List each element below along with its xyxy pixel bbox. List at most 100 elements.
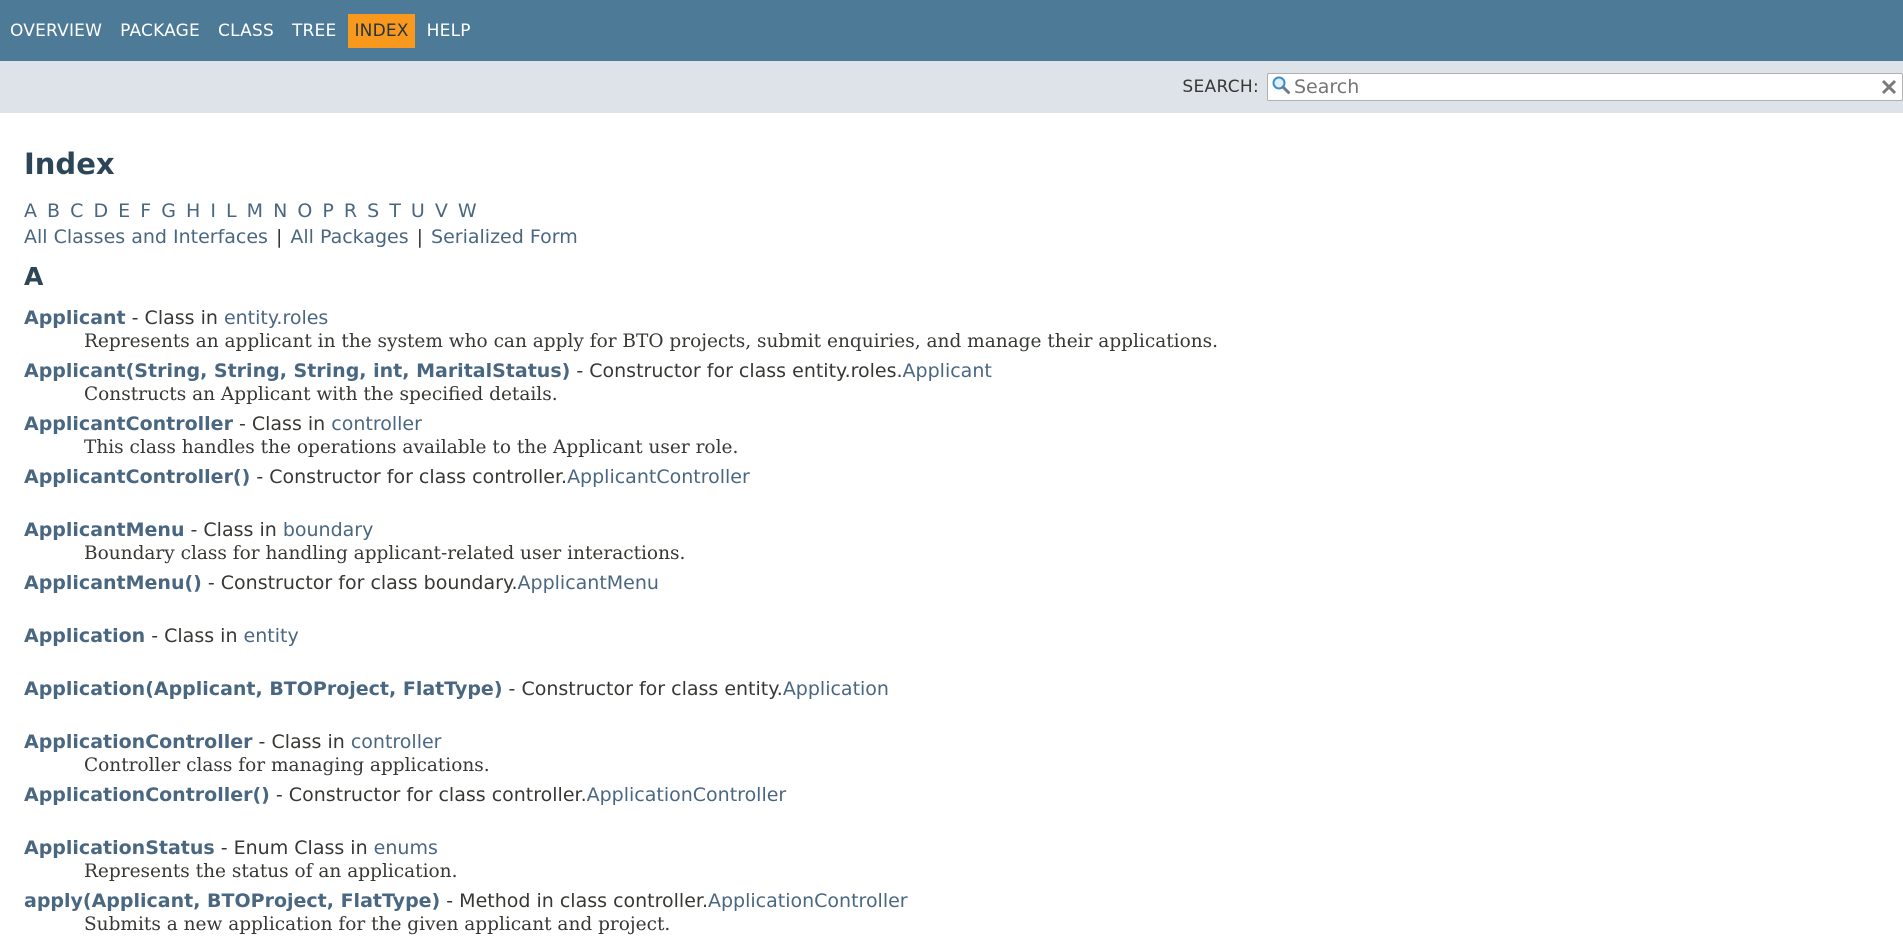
entry-target-link[interactable]: controller <box>331 413 422 435</box>
entry-target-link[interactable]: boundary <box>283 519 374 541</box>
entry-name-link[interactable]: Applicant(String, String, String, int, M… <box>24 360 570 382</box>
letter-link-u[interactable]: U <box>411 200 425 222</box>
letter-link-g[interactable]: G <box>161 200 176 222</box>
index-entry: Applicant(String, String, String, int, M… <box>24 360 1879 407</box>
letter-link-i[interactable]: I <box>210 200 216 222</box>
entry-kind: - Class in <box>145 625 244 647</box>
search-input[interactable] <box>1294 76 1876 98</box>
separator: | <box>416 226 424 248</box>
letter-link-t[interactable]: T <box>389 200 401 222</box>
entry-name-link[interactable]: ApplicantMenu() <box>24 572 202 594</box>
letter-link-s[interactable]: S <box>367 200 379 222</box>
index-entry: Application(Applicant, BTOProject, FlatT… <box>24 678 1879 725</box>
entry-qualifier: controller. <box>472 466 568 488</box>
entry-qualifier: controller. <box>491 784 587 806</box>
entry-target-link[interactable]: enums <box>374 837 438 859</box>
entry-name-link[interactable]: ApplicationStatus <box>24 837 215 859</box>
serialized-form-link[interactable]: Serialized Form <box>431 226 578 248</box>
entry-kind: - Class in <box>232 413 332 435</box>
entry-kind: - Class in <box>184 519 283 541</box>
entry-target-link[interactable]: ApplicantController <box>567 466 750 488</box>
nav-class[interactable]: CLASS <box>212 14 280 48</box>
entry-description <box>84 595 1879 619</box>
all-links-row: All Classes and Interfaces | All Packages |… <box>24 224 1879 250</box>
nav-tree[interactable]: TREE <box>286 14 342 48</box>
entry-description: This class handles the operations availa… <box>84 437 739 458</box>
letter-link-r[interactable]: R <box>344 200 357 222</box>
letter-link-p[interactable]: P <box>322 200 333 222</box>
entry-kind: - Constructor for class <box>250 466 473 488</box>
sub-navigation-bar: SEARCH: <box>0 61 1903 113</box>
entry-name-link[interactable]: Application(Applicant, BTOProject, FlatT… <box>24 678 503 700</box>
letter-link-o[interactable]: O <box>297 200 312 222</box>
letter-link-d[interactable]: D <box>93 200 108 222</box>
entry-target-link[interactable]: ApplicationController <box>587 784 787 806</box>
letter-link-f[interactable]: F <box>140 200 151 222</box>
entry-description: Boundary class for handling applicant-re… <box>84 543 686 564</box>
index-entry: Applicant - Class in entity.roles Repres… <box>24 307 1879 354</box>
nav-overview[interactable]: OVERVIEW <box>4 14 108 48</box>
letter-link-m[interactable]: M <box>247 200 263 222</box>
entry-description <box>84 648 1879 672</box>
index-entry: ApplicantController() - Constructor for … <box>24 466 1879 513</box>
index-entry: ApplicantMenu - Class in boundary Bounda… <box>24 519 1879 566</box>
index-entry: Application - Class in entity <box>24 625 1879 672</box>
entry-name-link[interactable]: Application <box>24 625 145 647</box>
entry-kind: - Class in <box>252 731 351 753</box>
all-packages-link[interactable]: All Packages <box>290 226 408 248</box>
entry-kind: - Constructor for class <box>570 360 793 382</box>
entry-target-link[interactable]: Application <box>783 678 889 700</box>
entry-qualifier: boundary. <box>423 572 518 594</box>
letter-index: A B C D E F G H I L M N O P R S T U V W <box>24 199 1879 223</box>
letter-link-l[interactable]: L <box>226 200 237 222</box>
entry-target-link[interactable]: entity.roles <box>224 307 328 329</box>
entry-target-link[interactable]: ApplicationController <box>708 890 908 912</box>
entry-name-link[interactable]: Applicant <box>24 307 126 329</box>
entry-name-link[interactable]: apply(Applicant, BTOProject, FlatType) <box>24 890 440 912</box>
entry-target-link[interactable]: entity <box>244 625 299 647</box>
entry-name-link[interactable]: ApplicantController() <box>24 466 250 488</box>
reset-search-icon[interactable] <box>1876 74 1902 100</box>
entry-target-link[interactable]: ApplicantMenu <box>518 572 659 594</box>
entry-description <box>84 701 1879 725</box>
entry-target-link[interactable]: Applicant <box>903 360 992 382</box>
letter-link-h[interactable]: H <box>186 200 200 222</box>
search-box <box>1267 73 1903 101</box>
index-entry: ApplicationStatus - Enum Class in enums … <box>24 837 1879 884</box>
entry-name-link[interactable]: ApplicationController <box>24 731 253 753</box>
entry-kind: - Method in class <box>440 890 614 912</box>
index-entry: apply(Applicant, BTOProject, FlatType) -… <box>24 890 1879 937</box>
index-entry: ApplicationController() - Constructor fo… <box>24 784 1879 831</box>
letter-link-v[interactable]: V <box>435 200 448 222</box>
nav-help[interactable]: HELP <box>421 14 477 48</box>
letter-link-w[interactable]: W <box>458 200 477 222</box>
entry-target-link[interactable]: controller <box>351 731 442 753</box>
index-entry: ApplicantMenu() - Constructor for class … <box>24 572 1879 619</box>
all-classes-link[interactable]: All Classes and Interfaces <box>24 226 268 248</box>
index-entry: ApplicantController - Class in controlle… <box>24 413 1879 460</box>
entry-kind: - Enum Class in <box>214 837 374 859</box>
entry-name-link[interactable]: ApplicantMenu <box>24 519 184 541</box>
entry-name-link[interactable]: ApplicantController <box>24 413 233 435</box>
letter-link-e[interactable]: E <box>118 200 130 222</box>
entry-description: Submits a new application for the given … <box>84 914 671 935</box>
separator: | <box>275 226 283 248</box>
index-entry-list: Applicant - Class in entity.roles Repres… <box>24 307 1879 937</box>
index-entry: ApplicationController - Class in control… <box>24 731 1879 778</box>
entry-kind: - Constructor for class <box>201 572 424 594</box>
entry-description: Controller class for managing applicatio… <box>84 755 490 776</box>
nav-package[interactable]: PACKAGE <box>114 14 206 48</box>
entry-name-link[interactable]: ApplicationController() <box>24 784 270 806</box>
entry-description: Constructs an Applicant with the specifi… <box>84 384 558 405</box>
entry-description <box>84 807 1879 831</box>
letter-link-b[interactable]: B <box>47 200 60 222</box>
entry-qualifier: entity. <box>724 678 783 700</box>
page-title: Index <box>24 147 115 181</box>
entry-qualifier: controller. <box>613 890 708 912</box>
letter-link-c[interactable]: C <box>70 200 83 222</box>
letter-link-a[interactable]: A <box>24 200 37 222</box>
entry-qualifier: entity.roles. <box>792 360 903 382</box>
letter-link-n[interactable]: N <box>273 200 287 222</box>
search-label: SEARCH: <box>1182 77 1259 97</box>
top-navigation-bar: OVERVIEW PACKAGE CLASS TREE INDEX HELP <box>0 0 1903 61</box>
